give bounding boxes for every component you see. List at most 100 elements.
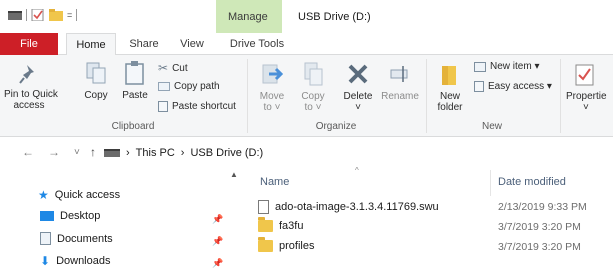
nav-item-documents[interactable]: Documents bbox=[40, 232, 113, 245]
up-button[interactable]: ↑ bbox=[90, 145, 96, 159]
paste-icon bbox=[125, 61, 144, 85]
documents-icon bbox=[40, 232, 51, 245]
new-folder-label-line2: folder bbox=[437, 102, 463, 113]
delete-button[interactable]: Delete ˅ bbox=[338, 59, 378, 113]
delete-x-icon bbox=[348, 64, 368, 84]
copy-path-button[interactable]: Copy path bbox=[158, 81, 220, 92]
move-to-icon bbox=[262, 64, 283, 84]
breadcrumb-usb-drive[interactable]: USB Drive (D:) bbox=[190, 147, 263, 159]
pin-to-quick-access-button[interactable]: Pin to Quick access bbox=[4, 59, 58, 111]
new-folder-button[interactable]: New folder bbox=[432, 59, 468, 113]
manage-tab-label: Manage bbox=[228, 11, 268, 23]
qat-customize-button[interactable]: = bbox=[67, 10, 72, 20]
breadcrumb-this-pc[interactable]: This PC bbox=[136, 147, 175, 159]
paste-button[interactable]: Paste bbox=[118, 59, 152, 101]
nav-item-label: Downloads bbox=[56, 255, 111, 267]
copy-button[interactable]: Copy bbox=[80, 59, 112, 101]
column-header-name[interactable]: Name bbox=[260, 176, 289, 188]
move-to-label-line2: to ˅ bbox=[263, 102, 281, 113]
window-title: USB Drive (D:) bbox=[298, 11, 371, 23]
forward-button[interactable]: → bbox=[48, 145, 60, 159]
pin-icon[interactable]: 📌 bbox=[212, 214, 223, 225]
rename-icon bbox=[390, 66, 408, 82]
rename-button[interactable]: Rename bbox=[380, 59, 420, 102]
star-icon: ★ bbox=[38, 188, 49, 202]
paste-shortcut-button[interactable]: Paste shortcut bbox=[158, 101, 236, 112]
breadcrumb-separator[interactable]: › bbox=[126, 147, 130, 159]
file-date: 3/7/2019 3:20 PM bbox=[498, 241, 581, 253]
paste-label: Paste bbox=[122, 90, 148, 101]
copy-icon bbox=[86, 62, 106, 84]
group-divider bbox=[560, 59, 561, 133]
pin-label-line1: Pin to Quick bbox=[4, 89, 58, 100]
explorer-window-icon[interactable] bbox=[8, 9, 22, 21]
clipboard-group-label: Clipboard bbox=[111, 121, 155, 132]
ribbon: Pin to Quick access Copy Paste ✂ Cut Cop… bbox=[0, 55, 613, 137]
file-name: fa3fu bbox=[279, 220, 304, 232]
scroll-up-arrow[interactable]: ▲ bbox=[230, 170, 238, 179]
pin-icon bbox=[19, 65, 34, 84]
ribbon-tabs: File Home Share View Drive Tools bbox=[0, 33, 613, 56]
manage-context-tab[interactable]: Manage bbox=[216, 0, 282, 33]
properties-icon bbox=[575, 64, 594, 86]
tab-view[interactable]: View bbox=[172, 33, 212, 55]
file-name: ado-ota-image-3.1.3.4.11769.swu bbox=[275, 201, 439, 213]
nav-item-desktop[interactable]: Desktop bbox=[40, 210, 100, 222]
file-name: profiles bbox=[279, 240, 315, 252]
copy-path-icon bbox=[158, 82, 170, 91]
new-item-button[interactable]: New item ▾ bbox=[474, 61, 539, 72]
properties-label: Propertie bbox=[566, 91, 607, 102]
pin-icon[interactable]: 📌 bbox=[212, 258, 223, 269]
tab-file[interactable]: File bbox=[0, 33, 58, 55]
paste-shortcut-label: Paste shortcut bbox=[172, 101, 236, 112]
file-row[interactable]: ado-ota-image-3.1.3.4.11769.swu 2/13/201… bbox=[258, 198, 613, 216]
new-folder-label-line1: New bbox=[439, 91, 460, 102]
tab-share[interactable]: Share bbox=[121, 33, 167, 55]
copy-to-label-line1: Copy bbox=[301, 91, 325, 102]
copy-label: Copy bbox=[84, 90, 108, 101]
tab-home[interactable]: Home bbox=[66, 33, 116, 56]
nav-scrollbar[interactable]: ▲ bbox=[229, 166, 240, 270]
qat-separator bbox=[76, 9, 78, 21]
group-divider bbox=[426, 59, 427, 133]
qat-separator bbox=[26, 9, 27, 21]
address-bar-row: ← → ˅ ↑ › This PC › USB Drive (D:) bbox=[0, 140, 613, 166]
folder-icon bbox=[258, 237, 273, 252]
move-to-label-line1: Move bbox=[259, 91, 285, 102]
column-divider[interactable] bbox=[490, 170, 491, 196]
new-folder-icon bbox=[442, 66, 456, 85]
properties-dropdown-arrow[interactable]: ˅ bbox=[566, 102, 613, 113]
back-button[interactable]: ← bbox=[22, 145, 34, 159]
file-list-pane: ^ Name Date modified ado-ota-image-3.1.3… bbox=[240, 166, 613, 270]
easy-access-button[interactable]: Easy access ▾ bbox=[474, 81, 552, 92]
properties-button[interactable]: Propertie ˅ bbox=[566, 59, 613, 113]
copy-to-button[interactable]: Copy to ˅ bbox=[296, 59, 330, 113]
properties-check-icon[interactable] bbox=[31, 9, 45, 21]
file-row[interactable]: fa3fu 3/7/2019 3:20 PM bbox=[258, 217, 613, 236]
drive-icon bbox=[104, 149, 120, 157]
group-divider bbox=[247, 59, 248, 133]
organize-group-label: Organize bbox=[315, 121, 357, 132]
paste-shortcut-icon bbox=[158, 101, 168, 112]
cut-button[interactable]: ✂ Cut bbox=[158, 61, 188, 75]
scissors-icon: ✂ bbox=[158, 61, 169, 75]
nav-item-downloads[interactable]: ⬇ Downloads bbox=[40, 254, 110, 268]
tab-drive-tools[interactable]: Drive Tools bbox=[224, 33, 290, 55]
new-folder-qat-icon[interactable] bbox=[49, 9, 63, 21]
pin-icon[interactable]: 📌 bbox=[212, 236, 223, 247]
move-to-button[interactable]: Move to ˅ bbox=[254, 59, 290, 113]
file-row[interactable]: profiles 3/7/2019 3:20 PM bbox=[258, 237, 613, 256]
column-header-date-modified[interactable]: Date modified bbox=[498, 176, 566, 188]
nav-item-quick-access[interactable]: ★ Quick access bbox=[38, 188, 120, 202]
file-name-cell: fa3fu bbox=[258, 217, 304, 232]
delete-label: Delete bbox=[343, 91, 373, 102]
rename-label: Rename bbox=[381, 91, 419, 102]
breadcrumb-separator[interactable]: › bbox=[181, 147, 185, 159]
new-item-icon bbox=[474, 61, 486, 72]
address-box[interactable]: › This PC › USB Drive (D:) bbox=[104, 143, 613, 163]
recent-locations-button[interactable]: ˅ bbox=[74, 147, 80, 158]
file-icon bbox=[258, 200, 269, 214]
easy-access-icon bbox=[474, 81, 484, 92]
delete-dropdown-arrow[interactable]: ˅ bbox=[338, 102, 378, 113]
nav-item-label: Quick access bbox=[54, 189, 121, 201]
